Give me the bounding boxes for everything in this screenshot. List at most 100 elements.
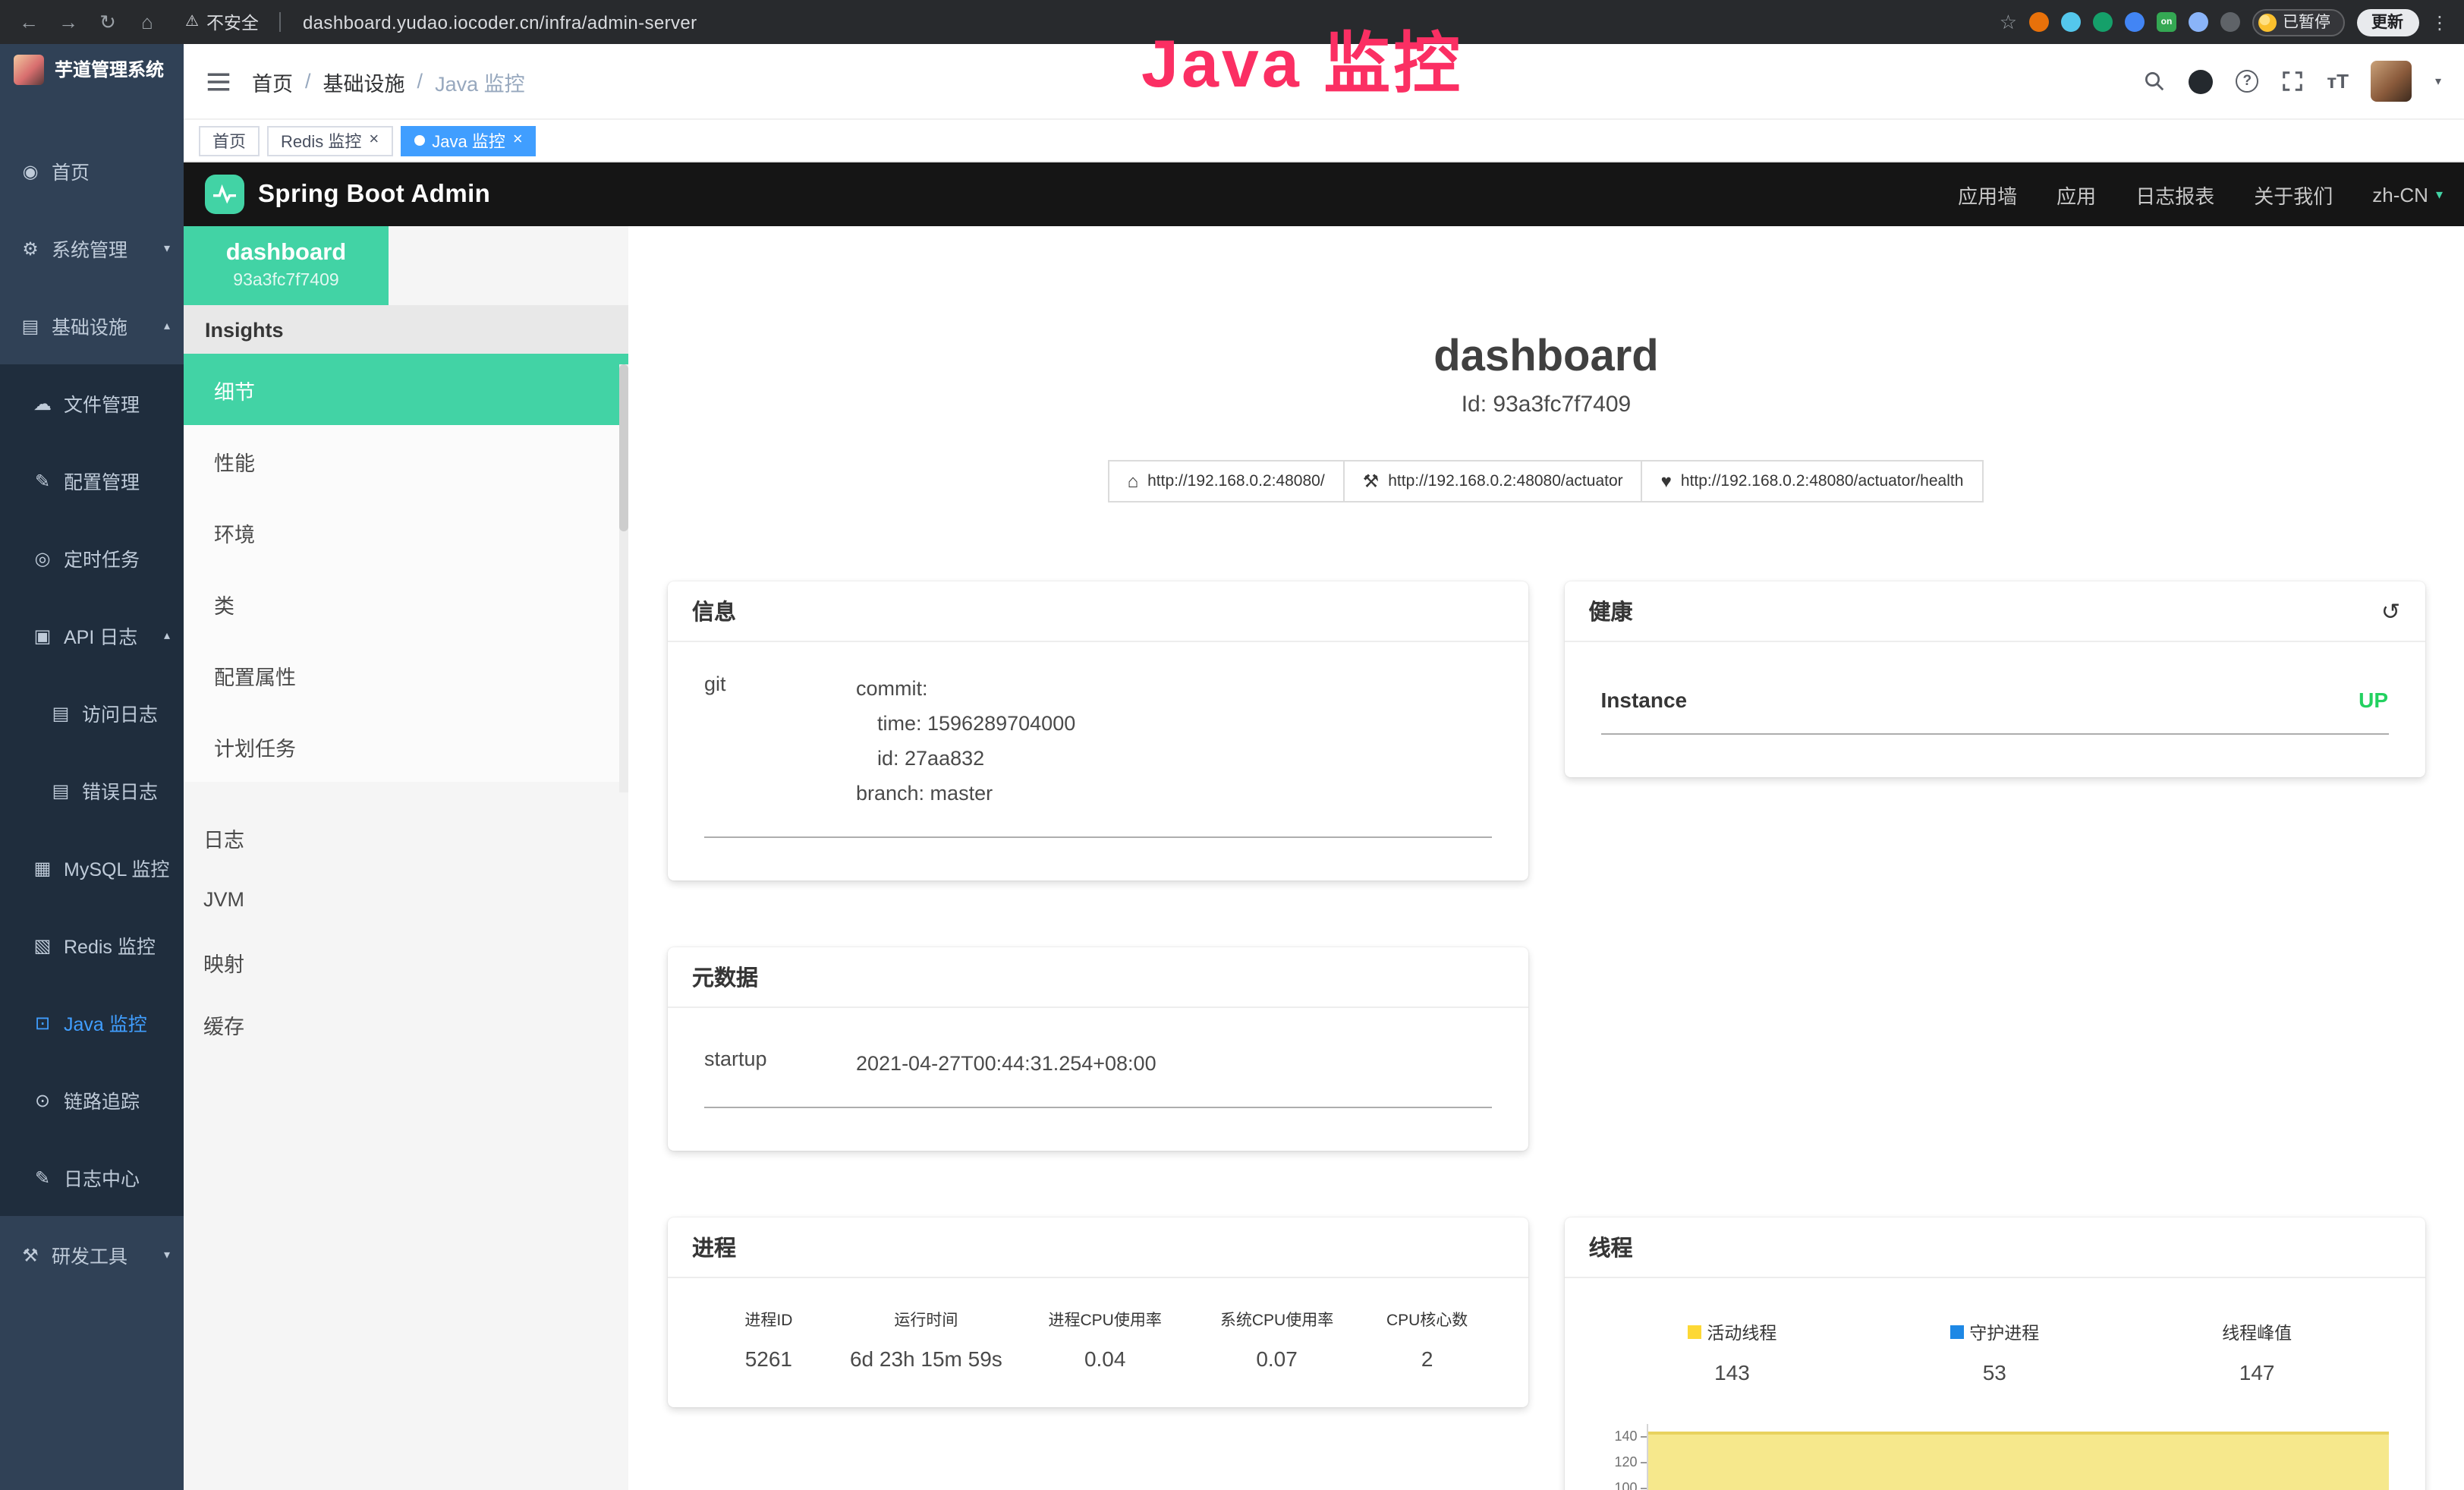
chevron-down-icon: ▾ [2436,186,2443,203]
extension-icon[interactable] [2061,12,2081,32]
sidebar-item-devtools[interactable]: ⚒ 研发工具 ▾ [0,1216,184,1293]
sidebar-item-system[interactable]: ⚙ 系统管理 ▾ [0,209,184,287]
back-icon[interactable]: ← [15,11,42,33]
sba-item-details[interactable]: 细节 [184,354,628,425]
sba-logo-icon[interactable] [205,175,244,214]
chevron-up-icon: ▴ [164,319,170,332]
sidebar-item-label: 错误日志 [82,776,158,805]
extension-icon[interactable] [2093,12,2113,32]
link-url: http://192.168.0.2:48080/ [1147,472,1325,490]
sba-nav-journal[interactable]: 日志报表 [2135,180,2214,209]
bookmark-star-icon[interactable]: ☆ [2000,10,2017,34]
extension-icon[interactable] [2125,12,2145,32]
breadcrumb: 首页 / 基础设施 / Java 监控 [252,66,525,96]
sidebar-item-java[interactable]: ⊡ Java 监控 [0,984,184,1061]
sba-item-mappings[interactable]: 映射 [184,931,628,993]
warning-icon: ⚠ [185,14,199,30]
sba-brand[interactable]: Spring Boot Admin [258,180,490,209]
sidebar-item-label: Java 监控 [64,1008,147,1037]
scrollbar-thumb[interactable] [619,364,628,531]
sidebar-item-mysql[interactable]: ▦ MySQL 监控 [0,829,184,906]
tab-java[interactable]: Java 监控 × [400,125,536,156]
tab-home[interactable]: 首页 [199,125,260,156]
browser-menu-icon[interactable]: ⋮ [2431,11,2449,33]
font-size-icon[interactable]: тT [2327,70,2349,93]
status-badge: UP [2359,688,2388,712]
instance-link-root[interactable]: ⌂ http://192.168.0.2:48080/ [1108,460,1345,502]
close-icon[interactable]: × [369,132,379,149]
sba-content: dashboard Id: 93a3fc7f7409 ⌂ http://192.… [628,226,2464,1490]
sidebar-item-home[interactable]: ◉ 首页 [0,132,184,209]
update-label: 更新 [2371,11,2403,33]
tab-label: Redis 监控 [281,128,361,153]
heart-icon: ♥ [1661,471,1672,492]
breadcrumb-infra[interactable]: 基础设施 [323,66,405,96]
sidebar-item-infra[interactable]: ▤ 基础设施 ▴ [0,287,184,364]
sidebar-item-config[interactable]: ✎ 配置管理 [0,442,184,519]
instance-link-actuator[interactable]: ⚒ http://192.168.0.2:48080/actuator [1343,460,1643,502]
sba-item-caches[interactable]: 缓存 [184,993,628,1055]
legend-label: 活动线程 [1707,1320,1776,1344]
link-url: http://192.168.0.2:48080/actuator/health [1681,472,1963,490]
sidebar-item-job[interactable]: ◎ 定时任务 [0,519,184,597]
extension-icon[interactable] [2189,12,2208,32]
card-title: 线程 [1589,1230,1633,1262]
scrollbar[interactable] [619,364,628,792]
cloud-icon: ☁ [30,392,55,414]
github-icon[interactable] [2189,69,2213,93]
fullscreen-icon[interactable] [2281,70,2304,93]
chevron-down-icon[interactable]: ▾ [2435,74,2441,88]
tab-redis[interactable]: Redis 监控 × [267,125,392,156]
sidebar-item-label: 系统管理 [52,234,127,263]
gear-icon: ⚙ [18,238,42,259]
home-icon[interactable]: ⌂ [134,11,161,33]
address-bar[interactable]: dashboard.yudao.iocoder.cn/infra/admin-s… [303,11,697,33]
extension-icon[interactable]: on [2157,12,2176,32]
sba-item-environment[interactable]: 环境 [184,496,628,568]
close-icon[interactable]: × [513,132,523,149]
active-dot-icon [414,135,424,146]
chart-plot-area [1647,1423,2389,1490]
dashboard-icon: ◉ [18,160,42,181]
sidebar-item-label: API 日志 [64,621,137,650]
sba-item-performance[interactable]: 性能 [184,425,628,496]
sidebar-item-redis[interactable]: ▧ Redis 监控 [0,906,184,984]
help-icon[interactable]: ? [2236,70,2258,93]
sba-item-logs[interactable]: 日志 [184,806,628,868]
site-security[interactable]: ⚠ 不安全 [185,10,259,34]
column-header: 系统CPU使用率 [1191,1308,1362,1331]
sba-item-scheduled-tasks[interactable]: 计划任务 [184,710,628,782]
sidebar-item-file[interactable]: ☁ 文件管理 [0,364,184,442]
forward-icon[interactable]: → [55,11,82,33]
update-button[interactable]: 更新 [2356,8,2418,36]
history-icon[interactable]: ↺ [2381,597,2400,625]
layers-icon: ▧ [30,934,55,956]
sidebar-item-tracing[interactable]: ⊙ 链路追踪 [0,1061,184,1139]
sidebar-item-log-center[interactable]: ✎ 日志中心 [0,1139,184,1216]
refresh-icon[interactable]: ↻ [94,10,121,34]
sba-item-config-props[interactable]: 配置属性 [184,639,628,710]
avatar[interactable] [2371,61,2412,102]
extension-icon[interactable] [2220,12,2240,32]
sidebar-item-access-log[interactable]: ▤ 访问日志 [0,674,184,751]
extension-icon[interactable] [2029,12,2049,32]
threads-legend: 活动线程 143 守护进程 [1601,1305,2389,1384]
instance-link-health[interactable]: ♥ http://192.168.0.2:48080/actuator/heal… [1641,460,1984,502]
sba-item-classes[interactable]: 类 [184,568,628,639]
instance-box[interactable]: dashboard 93a3fc7f7409 [184,226,389,305]
hamburger-icon[interactable] [206,69,231,93]
sidebar-item-error-log[interactable]: ▤ 错误日志 [0,751,184,829]
search-icon[interactable] [2143,70,2166,93]
sidebar-item-api-log[interactable]: ▣ API 日志 ▴ [0,597,184,674]
tab-label: Java 监控 [432,128,505,153]
breadcrumb-home[interactable]: 首页 [252,66,293,96]
screen-icon: ⊡ [30,1012,55,1033]
sba-item-jvm[interactable]: JVM [184,868,628,931]
profile-paused-badge[interactable]: 已暂停 [2252,8,2344,36]
sba-nav-wallboard[interactable]: 应用墙 [1958,180,2017,209]
sba-nav-applications[interactable]: 应用 [2056,180,2096,209]
infra-submenu: ☁ 文件管理 ✎ 配置管理 ◎ 定时任务 ▣ API 日志 ▴ [0,364,184,1216]
sba-nav-about[interactable]: 关于我们 [2254,180,2333,209]
instance-id-line: Id: 93a3fc7f7409 [668,392,2425,417]
language-select[interactable]: zh-CN ▾ [2372,183,2443,206]
